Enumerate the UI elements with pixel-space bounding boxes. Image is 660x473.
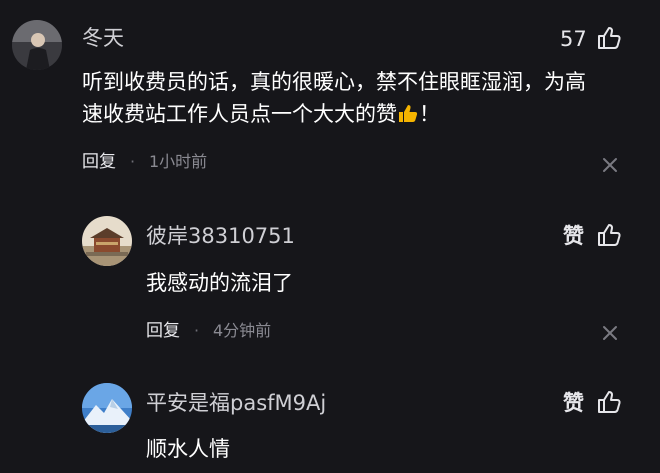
comment-text: 听到收费员的话，真的很暖心，禁不住眼眶湿润，为高 <box>82 70 586 94</box>
comment-author[interactable]: 冬天 <box>82 26 124 50</box>
thumb-up-icon[interactable] <box>596 25 622 51</box>
reply-button[interactable]: 回复 <box>146 320 180 342</box>
separator-dot: · <box>130 152 136 171</box>
close-icon[interactable] <box>602 325 618 341</box>
like-count: 57 <box>560 27 587 51</box>
like-label: 赞 <box>563 391 584 415</box>
comment-text-line2: 速收费站工作人员点一个大大的赞 ！ <box>82 99 440 130</box>
comments-panel: 冬天 57 听到收费员的话，真的很暖心，禁不住眼眶湿润，为高 速收费站工作人员点… <box>0 0 660 473</box>
comment-text-suffix: ！ <box>419 102 440 126</box>
avatar[interactable] <box>82 216 132 266</box>
comment-author[interactable]: 彼岸38310751 <box>146 224 295 248</box>
reply-button[interactable]: 回复 <box>82 151 116 173</box>
comment-text: 我感动的流泪了 <box>146 271 293 295</box>
comment-time: 1小时前 <box>149 152 208 171</box>
avatar[interactable] <box>12 20 62 70</box>
close-icon[interactable] <box>602 157 618 173</box>
thumbs-up-emoji <box>399 105 418 122</box>
like-label: 赞 <box>563 224 584 248</box>
separator-dot: · <box>194 321 200 340</box>
comment-text-segment: 速收费站工作人员点一个大大的赞 <box>82 102 397 126</box>
avatar[interactable] <box>82 383 132 433</box>
comment-text: 顺水人情 <box>146 437 230 461</box>
comment-author[interactable]: 平安是福pasfM9Aj <box>146 391 326 415</box>
thumb-up-icon[interactable] <box>596 222 622 248</box>
thumb-up-icon[interactable] <box>596 389 622 415</box>
comment-time: 4分钟前 <box>213 321 272 340</box>
